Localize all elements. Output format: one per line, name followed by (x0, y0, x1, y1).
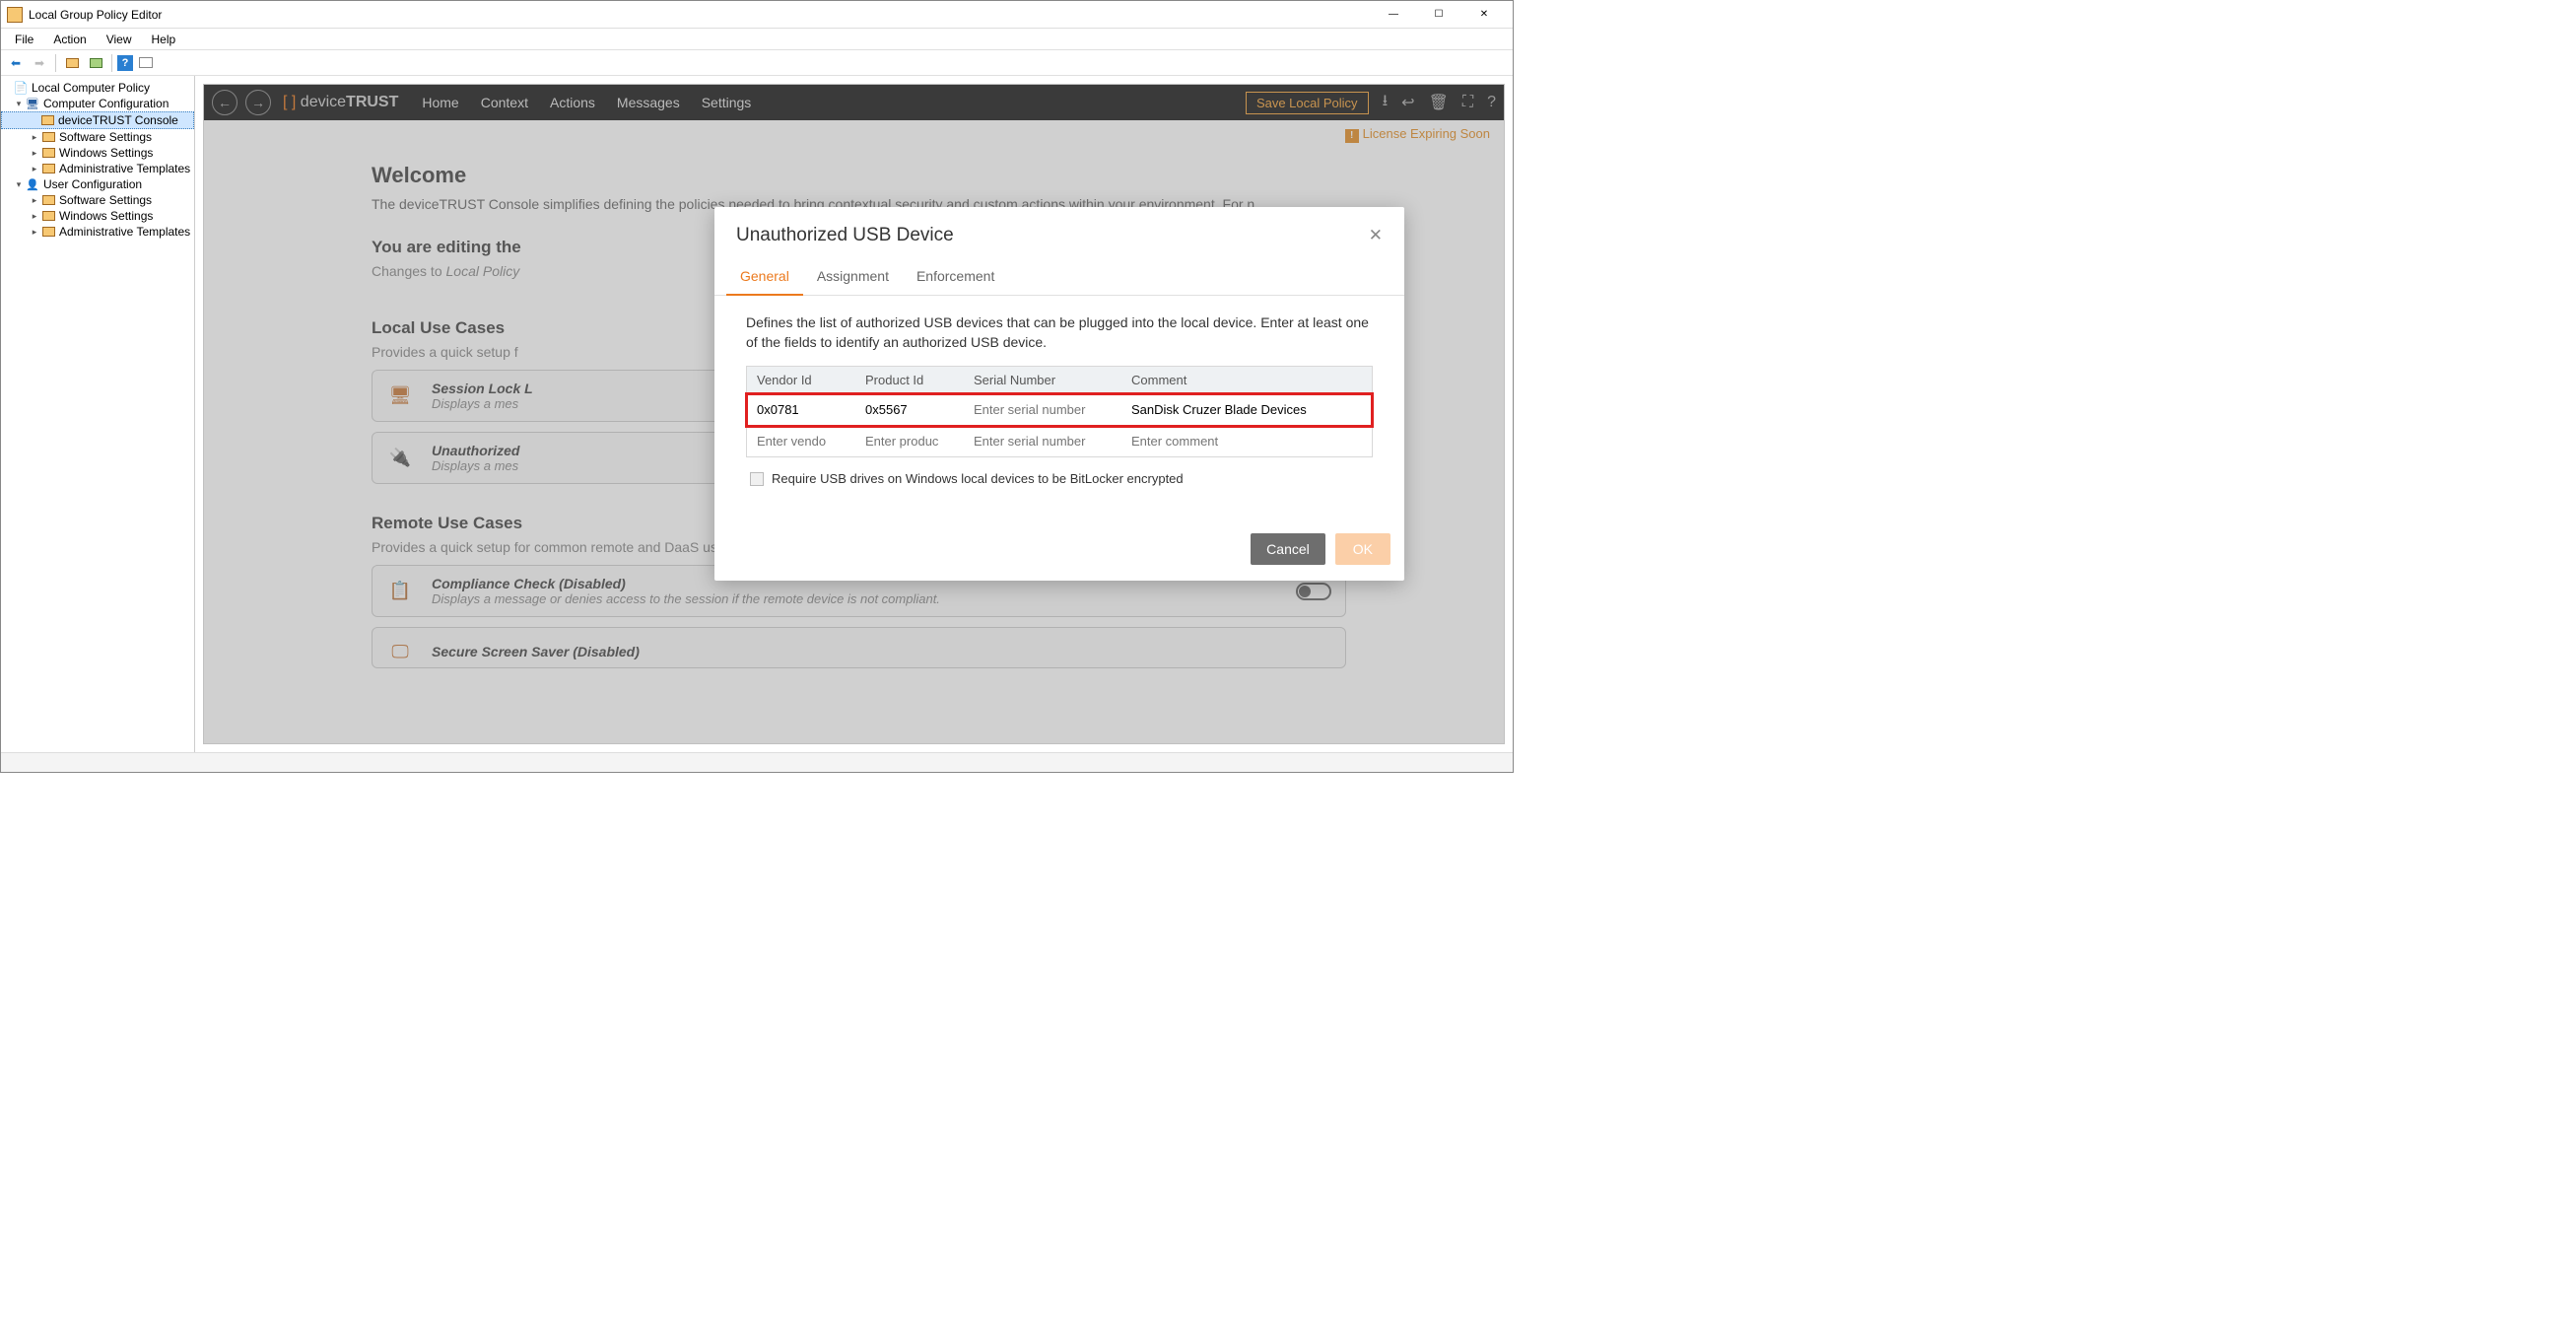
folder-icon (40, 225, 56, 239)
tab-general[interactable]: General (726, 260, 803, 296)
vendor-input[interactable] (747, 394, 855, 425)
folder-icon (40, 193, 56, 207)
menu-help[interactable]: Help (142, 31, 186, 48)
expander-icon[interactable]: ▸ (29, 227, 40, 238)
expander-icon[interactable]: ▸ (29, 148, 40, 159)
folder-icon (40, 209, 56, 223)
folder-icon (40, 130, 56, 144)
tree-user-config[interactable]: ▾ 👤 User Configuration (1, 176, 194, 192)
tree-label: deviceTRUST Console (58, 113, 178, 127)
tree-admin-templates-1[interactable]: ▸ Administrative Templates (1, 161, 194, 176)
user-icon: 👤 (25, 177, 40, 191)
back-button[interactable]: ⬅ (5, 53, 27, 73)
close-button[interactable]: ✕ (1461, 1, 1507, 29)
tree-label: User Configuration (43, 177, 142, 191)
window-titlebar: Local Group Policy Editor ― ☐ ✕ (1, 1, 1513, 29)
tree-label: Windows Settings (59, 209, 153, 223)
usb-table: Vendor Id Product Id Serial Number Comme… (746, 366, 1373, 457)
tree-software-settings-2[interactable]: ▸ Software Settings (1, 192, 194, 208)
forward-button[interactable]: ➡ (29, 53, 50, 73)
comment-input[interactable] (1121, 426, 1372, 456)
cancel-button[interactable]: Cancel (1251, 533, 1325, 565)
policy-icon: 📄 (13, 81, 29, 95)
folder-icon (39, 113, 55, 127)
window-title: Local Group Policy Editor (29, 8, 1371, 22)
folder-icon (40, 162, 56, 175)
expander-icon[interactable]: ▸ (29, 132, 40, 143)
status-bar (1, 752, 1513, 772)
product-input[interactable] (855, 426, 964, 456)
tab-enforcement[interactable]: Enforcement (903, 260, 1008, 295)
menu-file[interactable]: File (5, 31, 43, 48)
product-input[interactable] (855, 394, 964, 425)
tree-label: Local Computer Policy (32, 81, 150, 95)
maximize-button[interactable]: ☐ (1416, 1, 1461, 29)
serial-input[interactable] (964, 426, 1121, 456)
expander-icon[interactable]: ▾ (13, 179, 25, 190)
tree-software-settings-1[interactable]: ▸ Software Settings (1, 129, 194, 145)
table-header: Vendor Id Product Id Serial Number Comme… (747, 367, 1372, 394)
col-serial: Serial Number (964, 367, 1121, 393)
ok-button[interactable]: OK (1335, 533, 1390, 565)
tree-computer-config[interactable]: ▾ 🖥 Computer Configuration (1, 96, 194, 111)
menu-action[interactable]: Action (43, 31, 96, 48)
modal-tabs: General Assignment Enforcement (714, 260, 1404, 296)
tree-windows-settings-1[interactable]: ▸ Windows Settings (1, 145, 194, 161)
minimize-button[interactable]: ― (1371, 1, 1416, 29)
col-vendor: Vendor Id (747, 367, 855, 393)
expander-icon[interactable]: ▸ (29, 164, 40, 174)
menubar: File Action View Help (1, 29, 1513, 50)
toolbar-separator-2 (111, 54, 112, 72)
tree-root[interactable]: 📄 Local Computer Policy (1, 80, 194, 96)
toolbar: ⬅ ➡ ? (1, 50, 1513, 76)
tree-label: Software Settings (59, 130, 152, 144)
modal-title: Unauthorized USB Device (736, 225, 1369, 246)
tree-label: Administrative Templates (59, 162, 190, 175)
modal-unauthorized-usb: Unauthorized USB Device ✕ General Assign… (714, 207, 1404, 581)
vendor-input[interactable] (747, 426, 855, 456)
usb-row-2[interactable] (747, 426, 1372, 456)
bitlocker-row[interactable]: Require USB drives on Windows local devi… (750, 471, 1369, 486)
expander-icon[interactable]: ▸ (29, 195, 40, 206)
tree-label: Administrative Templates (59, 225, 190, 239)
tree-admin-templates-2[interactable]: ▸ Administrative Templates (1, 224, 194, 240)
usb-row-1[interactable] (747, 394, 1372, 426)
content-frame: ← → [ ] deviceTRUST Home Context Actions… (203, 84, 1505, 744)
toolbar-icon-2[interactable] (85, 53, 106, 73)
tree-label: Software Settings (59, 193, 152, 207)
expander-icon[interactable]: ▸ (29, 211, 40, 222)
col-product: Product Id (855, 367, 964, 393)
serial-input[interactable] (964, 394, 1121, 425)
tree-sidebar[interactable]: 📄 Local Computer Policy ▾ 🖥 Computer Con… (1, 76, 195, 752)
folder-icon (40, 146, 56, 160)
toolbar-icon-1[interactable] (61, 53, 83, 73)
tree-windows-settings-2[interactable]: ▸ Windows Settings (1, 208, 194, 224)
tree-devicetrust-console[interactable]: deviceTRUST Console (1, 111, 194, 129)
toolbar-icon-3[interactable] (135, 53, 157, 73)
bitlocker-label: Require USB drives on Windows local devi… (772, 471, 1184, 486)
tree-label: Windows Settings (59, 146, 153, 160)
app-icon (7, 7, 23, 23)
comment-input[interactable] (1121, 394, 1372, 425)
toolbar-separator (55, 54, 56, 72)
tab-assignment[interactable]: Assignment (803, 260, 903, 295)
col-comment: Comment (1121, 367, 1372, 393)
computer-icon: 🖥 (25, 97, 40, 110)
modal-description: Defines the list of authorized USB devic… (746, 313, 1373, 352)
modal-close-button[interactable]: ✕ (1369, 226, 1383, 245)
tree-label: Computer Configuration (43, 97, 169, 110)
bitlocker-checkbox[interactable] (750, 472, 764, 486)
menu-view[interactable]: View (97, 31, 142, 48)
help-icon[interactable]: ? (117, 55, 133, 71)
expander-icon[interactable]: ▾ (13, 99, 25, 109)
